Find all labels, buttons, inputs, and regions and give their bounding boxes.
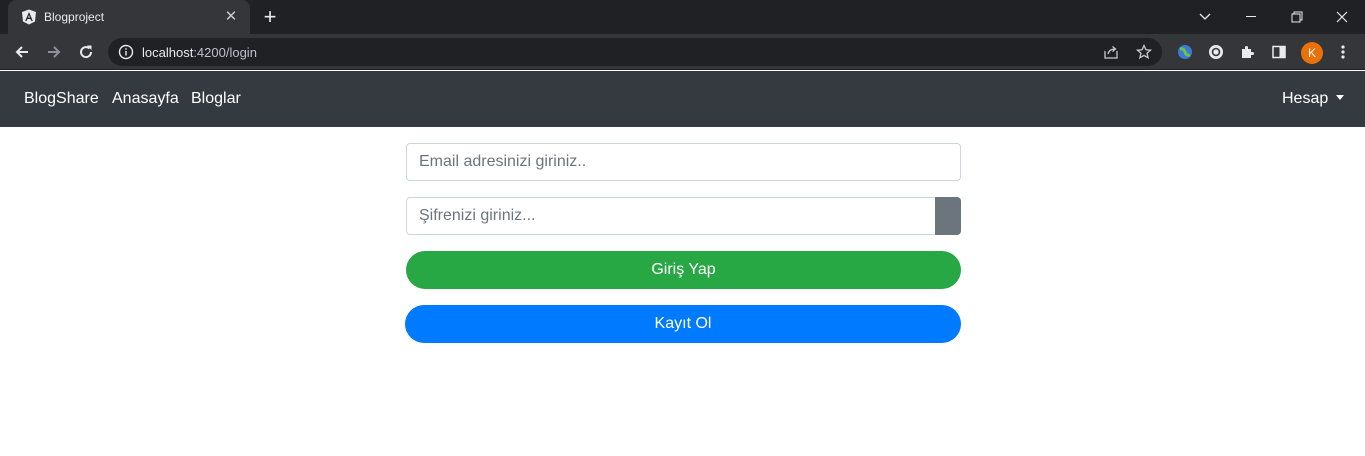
extension-circle-icon[interactable]: [1206, 42, 1226, 62]
reload-icon[interactable]: [75, 41, 97, 63]
close-window-icon[interactable]: [1319, 0, 1365, 34]
browser-tab-bar: Blogproject ✕ +: [0, 0, 1365, 34]
share-icon[interactable]: [1103, 44, 1119, 60]
browser-toolbar: localhost:4200/login K: [0, 34, 1365, 70]
menu-dots-icon[interactable]: [1333, 42, 1353, 62]
register-button[interactable]: Kayıt Ol: [405, 305, 961, 343]
angular-icon: [22, 9, 36, 25]
password-toggle-button[interactable]: [935, 197, 961, 235]
tab-search-icon[interactable]: [1182, 0, 1228, 34]
site-info-icon[interactable]: [118, 44, 134, 60]
tab-title: Blogproject: [44, 10, 105, 24]
address-bar[interactable]: localhost:4200/login: [108, 38, 1162, 66]
account-dropdown[interactable]: Hesap: [1282, 90, 1345, 108]
email-input[interactable]: [406, 143, 961, 181]
back-icon[interactable]: [11, 41, 33, 63]
url-path: :4200/login: [193, 45, 257, 60]
forward-icon[interactable]: [43, 41, 65, 63]
profile-avatar[interactable]: K: [1301, 42, 1323, 64]
url-text: localhost:4200/login: [142, 45, 257, 60]
bookmark-star-icon[interactable]: [1136, 44, 1152, 60]
extensions-puzzle-icon[interactable]: [1237, 42, 1257, 62]
side-panel-icon[interactable]: [1269, 42, 1289, 62]
minimize-icon[interactable]: [1228, 0, 1274, 34]
password-input[interactable]: [406, 197, 936, 235]
extension-globe-icon[interactable]: [1175, 42, 1195, 62]
new-tab-icon[interactable]: +: [258, 6, 282, 28]
restore-icon[interactable]: [1274, 0, 1320, 34]
nav-link-bloglar[interactable]: Bloglar: [191, 90, 241, 108]
caret-down-icon: [1336, 95, 1345, 100]
nav-link-anasayfa[interactable]: Anasayfa: [112, 90, 179, 108]
navbar-brand[interactable]: BlogShare: [24, 90, 99, 108]
account-dropdown-label: Hesap: [1282, 90, 1329, 107]
browser-tab[interactable]: Blogproject ✕: [8, 0, 250, 34]
close-tab-icon[interactable]: ✕: [222, 8, 240, 26]
login-button[interactable]: Giriş Yap: [406, 251, 961, 289]
app-navbar: BlogShare Anasayfa Bloglar Hesap: [0, 71, 1365, 127]
url-host: localhost: [142, 45, 194, 60]
